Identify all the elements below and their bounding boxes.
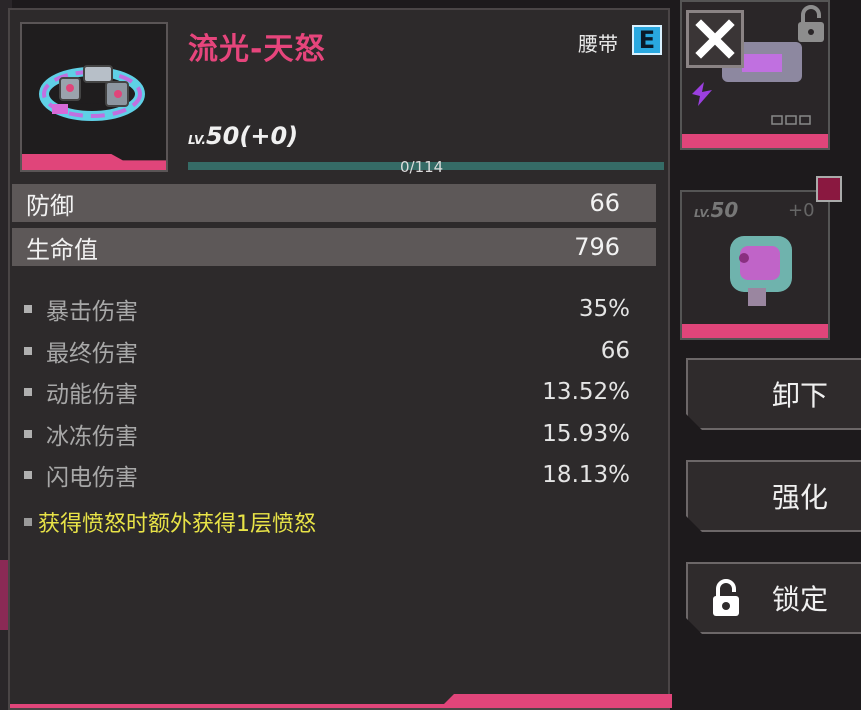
main-stat-value: 66 bbox=[589, 189, 620, 217]
sub-stat-name: 最终伤害 bbox=[46, 341, 138, 367]
special-effect: 获得愤怒时额外获得1层愤怒 bbox=[24, 506, 316, 538]
rarity-badge: E bbox=[632, 25, 662, 55]
lock-label: 锁定 bbox=[772, 583, 829, 616]
unequip-label: 卸下 bbox=[772, 379, 829, 412]
rarity-bar bbox=[682, 324, 828, 338]
bullet-icon bbox=[24, 518, 32, 526]
sub-stat-name: 暴击伤害 bbox=[46, 299, 138, 325]
sub-stat-value: 13.52% bbox=[542, 379, 630, 405]
panel-bottom-accent bbox=[440, 694, 672, 708]
sub-stat-name: 冰冻伤害 bbox=[46, 424, 138, 450]
sub-stat-row: 冰冻伤害 15.93% bbox=[24, 418, 630, 450]
enhance-label: 强化 bbox=[772, 481, 829, 514]
selected-marker bbox=[816, 176, 842, 202]
card-plus: +0 bbox=[788, 200, 815, 221]
main-stat-row: 生命值 796 bbox=[12, 228, 656, 266]
sub-stat-row: 动能伤害 13.52% bbox=[24, 376, 630, 408]
sub-stat-value: 15.93% bbox=[542, 421, 630, 447]
bullet-icon bbox=[24, 471, 32, 479]
sub-stat-value: 35% bbox=[578, 296, 630, 322]
belt-item-icon bbox=[39, 65, 145, 121]
enhance-button[interactable]: 强化 bbox=[686, 460, 861, 532]
item-level: LV.50(+0) bbox=[188, 122, 298, 150]
bullet-icon bbox=[24, 305, 32, 313]
main-stat-row: 防御 66 bbox=[12, 184, 656, 222]
sub-stat-name: 动能伤害 bbox=[46, 382, 138, 408]
level-value: 50(+0) bbox=[205, 122, 299, 150]
padlock-icon bbox=[710, 578, 742, 620]
close-button[interactable] bbox=[686, 10, 744, 68]
item-name: 流光-天怒 bbox=[188, 32, 326, 67]
main-stat-name: 生命值 bbox=[26, 235, 98, 264]
slot-label: 腰带 bbox=[578, 32, 618, 56]
main-stat-name: 防御 bbox=[26, 191, 74, 220]
sub-stat-row: 暴击伤害 35% bbox=[24, 293, 630, 325]
sub-stat-name: 闪电伤害 bbox=[46, 465, 138, 491]
item-icon-frame bbox=[20, 22, 168, 172]
lock-button[interactable]: 锁定 bbox=[686, 562, 861, 634]
card-level: LV.50 bbox=[694, 198, 738, 222]
bullet-icon bbox=[24, 388, 32, 396]
unequip-button[interactable]: 卸下 bbox=[686, 358, 861, 430]
level-prefix: LV. bbox=[188, 133, 206, 147]
special-effect-text: 获得愤怒时额外获得1层愤怒 bbox=[38, 512, 316, 537]
item-detail-panel: 流光-天怒 腰带 E LV.50(+0) 0/114 防御 66 生命值 796… bbox=[8, 8, 672, 710]
rarity-bar bbox=[22, 154, 166, 170]
sub-stat-value: 66 bbox=[600, 338, 630, 364]
main-stat-value: 796 bbox=[574, 233, 620, 261]
sub-stat-row: 最终伤害 66 bbox=[24, 335, 630, 367]
rarity-bar bbox=[682, 134, 828, 148]
close-icon bbox=[695, 19, 735, 59]
card-level-value: 50 bbox=[710, 198, 739, 222]
sub-stat-value: 18.13% bbox=[542, 462, 630, 488]
xp-text: 0/114 bbox=[400, 158, 444, 176]
sub-stat-row: 闪电伤害 18.13% bbox=[24, 459, 630, 491]
card-level-prefix: LV. bbox=[694, 207, 711, 220]
padlock-icon bbox=[798, 5, 824, 42]
bullet-icon bbox=[24, 347, 32, 355]
bullet-icon bbox=[24, 430, 32, 438]
